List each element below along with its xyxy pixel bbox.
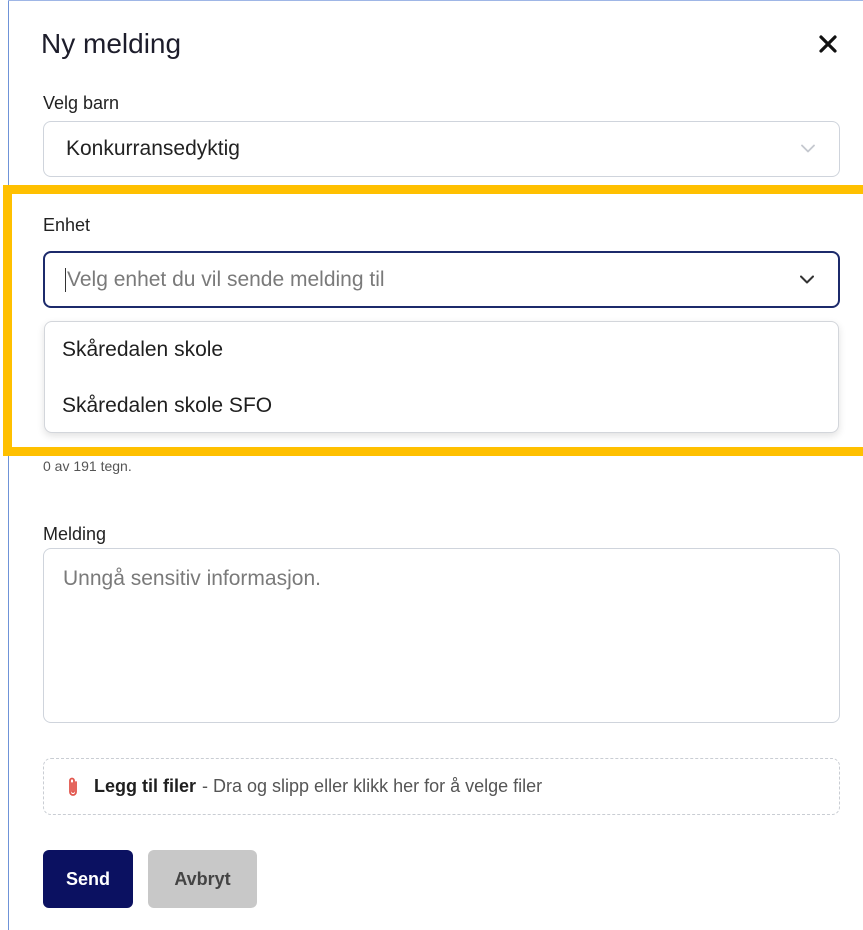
child-select-value: Konkurransedyktig	[66, 137, 240, 160]
chevron-down-icon	[801, 144, 815, 153]
close-icon	[819, 35, 837, 53]
unit-select-label: Enhet	[43, 215, 91, 235]
unit-option[interactable]: Skåredalen skole	[45, 322, 838, 378]
dialog-title: Ny melding	[41, 28, 182, 59]
child-select[interactable]: Konkurransedyktig	[43, 121, 840, 177]
unit-dropdown-menu: Skåredalen skole Skåredalen skole SFO	[44, 321, 839, 433]
send-button[interactable]: Send	[43, 850, 133, 908]
unit-select-placeholder: Velg enhet du vil sende melding til	[67, 267, 385, 291]
add-files-label: Legg til filer	[94, 776, 197, 796]
window-edge-top	[8, 0, 863, 1]
message-placeholder: Unngå sensitiv informasjon.	[63, 567, 321, 590]
unit-select[interactable]: Velg enhet du vil sende melding til	[43, 251, 840, 308]
text-caret	[65, 267, 66, 292]
unit-option[interactable]: Skåredalen skole SFO	[45, 378, 838, 432]
paperclip-icon	[69, 777, 77, 796]
close-button[interactable]	[808, 24, 848, 64]
window-edge-left	[8, 0, 9, 930]
subject-char-counter: 0 av 191 tegn.	[43, 458, 132, 474]
child-select-label: Velg barn	[43, 93, 120, 113]
message-textarea[interactable]: Unngå sensitiv informasjon.	[43, 548, 840, 723]
file-dropzone[interactable]: Legg til filer - Dra og slipp eller klik…	[43, 758, 840, 815]
cancel-button[interactable]: Avbryt	[148, 850, 257, 908]
dropzone-hint: - Dra og slipp eller klikk her for å vel…	[202, 776, 543, 796]
message-label: Melding	[43, 524, 107, 544]
chevron-down-icon	[800, 275, 814, 283]
